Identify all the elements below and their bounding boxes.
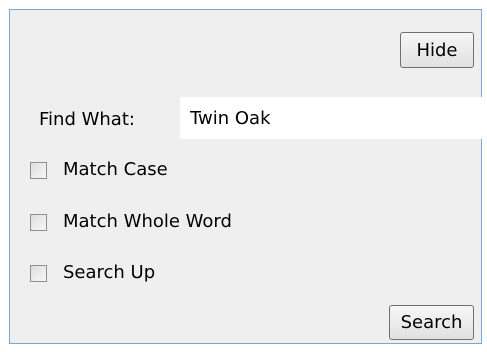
find-what-label: Find What: [39, 109, 135, 130]
search-up-checkbox[interactable] [30, 264, 47, 282]
search-up-option[interactable]: Search Up [30, 261, 155, 285]
match-case-checkbox[interactable] [30, 161, 47, 179]
search-up-label: Search Up [63, 262, 156, 283]
match-case-option[interactable]: Match Case [30, 158, 168, 182]
match-whole-word-option[interactable]: Match Whole Word [30, 210, 232, 234]
find-panel: Hide Find What: Match Case Match Whole W… [9, 9, 482, 344]
match-whole-word-label: Match Whole Word [63, 211, 232, 232]
hide-button[interactable]: Hide [400, 32, 474, 68]
find-what-input[interactable] [180, 97, 482, 139]
match-case-label: Match Case [63, 159, 168, 180]
search-button[interactable]: Search [389, 305, 474, 340]
match-whole-word-checkbox[interactable] [30, 213, 47, 231]
